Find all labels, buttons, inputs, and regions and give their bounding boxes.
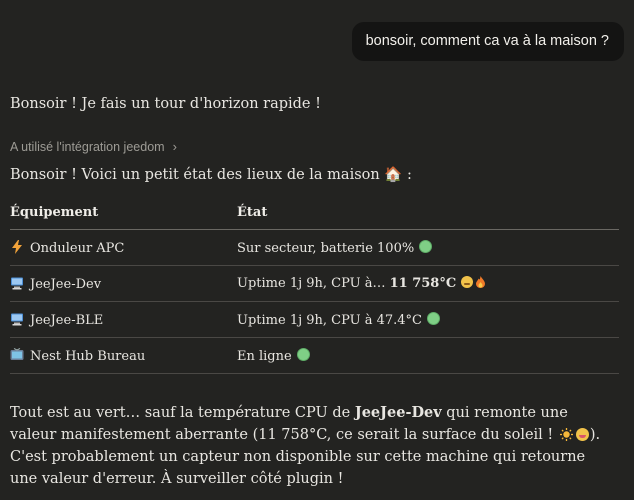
- table-row: JeeJee-BLE Uptime 1j 9h, CPU à 47.4°C: [10, 301, 619, 338]
- equipment-name: Nest Hub Bureau: [30, 348, 146, 364]
- summary-part1: Tout est au vert… sauf la température CP…: [10, 405, 355, 421]
- table-header-row: Équipement État: [10, 196, 619, 230]
- state-cell: En ligne: [237, 337, 619, 374]
- state-text: Uptime 1j 9h, CPU à…: [237, 276, 390, 291]
- equipment-name: JeeJee-Dev: [30, 276, 102, 292]
- equipment-cell: Onduleur APC: [10, 229, 237, 266]
- fire-icon: [476, 276, 486, 288]
- table-row: Onduleur APC Sur secteur, batterie 100%: [10, 229, 619, 266]
- equipment-name: JeeJee-BLE: [30, 312, 104, 328]
- green-circle-icon: [419, 239, 433, 253]
- lightning-icon: [12, 239, 22, 254]
- equipment-cell: Nest Hub Bureau: [10, 337, 237, 374]
- tv-icon: [10, 347, 24, 360]
- hot-face-icon: [461, 276, 474, 288]
- state-cell: Uptime 1j 9h, CPU à… 11 758°C: [237, 265, 619, 302]
- column-header-state: État: [237, 196, 619, 230]
- state-text: En ligne: [237, 348, 292, 364]
- green-circle-icon: [296, 347, 310, 361]
- green-circle-icon: [426, 311, 440, 325]
- state-value-bold: 11 758°C: [389, 276, 457, 291]
- reply-intro: Bonsoir ! Je fais un tour d'horizon rapi…: [10, 96, 321, 112]
- chevron-right-icon: ›: [172, 139, 177, 154]
- reply-heading: Bonsoir ! Voici un petit état des lieux …: [10, 167, 412, 183]
- table-row: JeeJee-Dev Uptime 1j 9h, CPU à… 11 758°C: [10, 265, 619, 302]
- sun-icon: [559, 428, 573, 441]
- user-message-bubble: bonsoir, comment ca va à la maison ?: [351, 22, 624, 61]
- state-text: Sur secteur, batterie 100%: [237, 240, 415, 256]
- state-text: Uptime 1j 9h, CPU à 47.4°C: [237, 312, 422, 328]
- grinning-face-icon: [575, 428, 589, 441]
- state-cell: Sur secteur, batterie 100%: [237, 229, 619, 266]
- table-row: Nest Hub Bureau En ligne: [10, 337, 619, 374]
- summary-bold: JeeJee-Dev: [354, 404, 442, 421]
- user-message-text: bonsoir, comment ca va à la maison ?: [365, 33, 609, 49]
- column-header-equipment: Équipement: [10, 196, 237, 230]
- status-table: Équipement État Onduleur APC Sur secteur…: [10, 196, 619, 374]
- reply-summary: Tout est au vert… sauf la température CP…: [10, 402, 615, 490]
- tool-use-toggle[interactable]: A utilisé l'intégration jeedom ›: [10, 139, 177, 154]
- computer-icon: [11, 313, 23, 325]
- equipment-cell: JeeJee-BLE: [10, 301, 237, 338]
- tool-use-label: A utilisé l'intégration jeedom: [10, 139, 165, 154]
- equipment-cell: JeeJee-Dev: [10, 265, 237, 302]
- computer-icon: [11, 277, 23, 289]
- state-cell: Uptime 1j 9h, CPU à 47.4°C: [237, 301, 619, 338]
- equipment-name: Onduleur APC: [30, 240, 125, 256]
